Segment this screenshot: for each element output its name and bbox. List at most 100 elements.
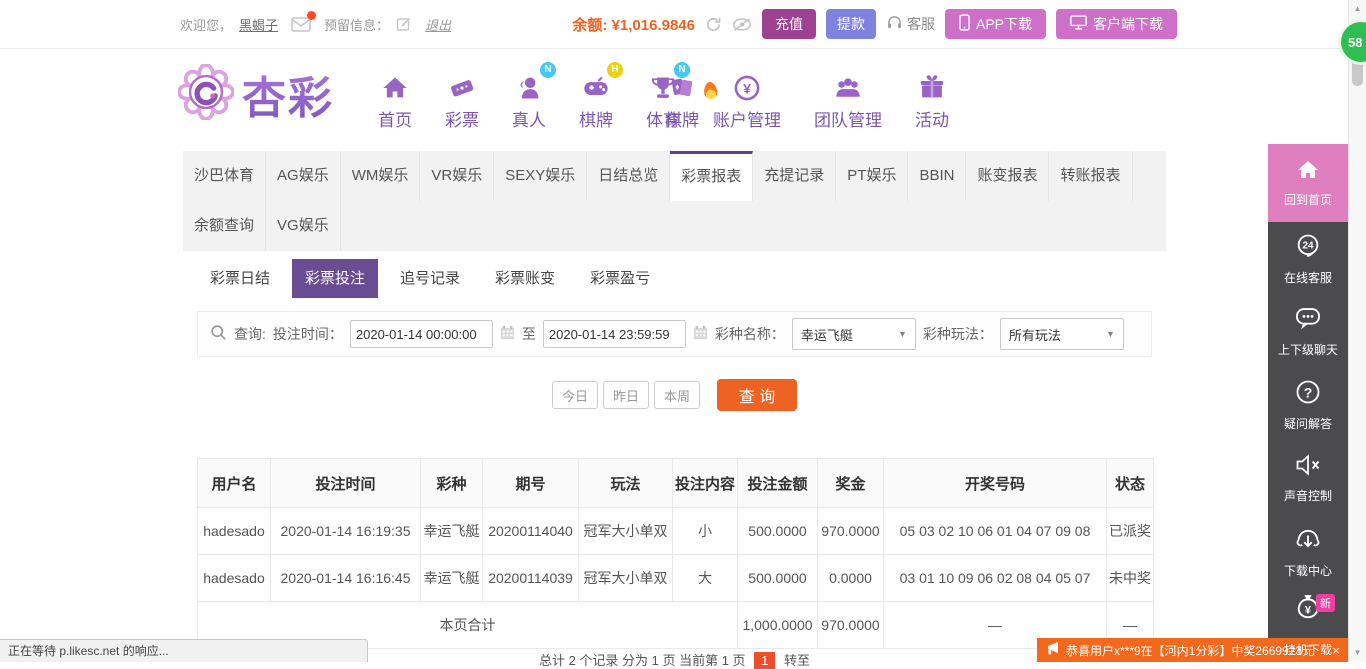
tab-wm[interactable]: WM娱乐 <box>341 151 421 201</box>
floating-sidebar: 回到首页 24 在线客服 上下级聊天 ? 疑问解答 声音控制 下载中心 ¥ 新 … <box>1268 144 1348 657</box>
column-header: 投注金额 <box>737 458 818 508</box>
tab-balance-query[interactable]: 余额查询 <box>183 201 267 251</box>
scroll-down-icon[interactable]: ▼ <box>1349 648 1366 657</box>
sidebar-item-chat[interactable]: 上下级聊天 <box>1268 295 1348 368</box>
subtab-lottery-bets[interactable]: 彩票投注 <box>292 259 379 298</box>
this-week-button[interactable]: 本周 <box>654 381 700 409</box>
refresh-icon[interactable] <box>705 16 722 33</box>
tab-transfer-report[interactable]: 转账报表 <box>1049 151 1133 201</box>
sidebar-item-label: 下载中心 <box>1283 563 1332 578</box>
svg-text:¥: ¥ <box>1305 605 1312 617</box>
mute-speaker-icon <box>1294 452 1322 481</box>
sidebar-item-faq[interactable]: ? 疑问解答 <box>1268 369 1348 442</box>
sidebar-item-label: 上下级聊天 <box>1277 342 1338 357</box>
play-type-value: 所有玩法 <box>1008 327 1061 343</box>
nav-item-live[interactable]: N 真人 <box>510 62 556 131</box>
report-tabs: 沙巴体育 AG娱乐 WM娱乐 VR娱乐 SEXY娱乐 日结总览 彩票报表 充提记… <box>183 151 1166 251</box>
cell-content: 小 <box>672 507 738 555</box>
nav-item-boardgames[interactable]: 棋牌 <box>663 66 718 131</box>
lottery-subtabs: 彩票日结 彩票投注 追号记录 彩票账变 彩票盈亏 <box>197 259 663 298</box>
tab-bbin[interactable]: BBIN <box>908 151 967 201</box>
cards-icon <box>665 66 699 102</box>
tab-account-change[interactable]: 账变报表 <box>966 151 1050 201</box>
subtab-lottery-daily[interactable]: 彩票日结 <box>197 259 283 298</box>
logout-link[interactable]: 退出 <box>425 15 451 34</box>
top-bar: 欢迎您， 黑蝎子 预留信息： 退出 余额: ¥1,016.9846 充值 提款 … <box>0 0 1348 49</box>
play-type-select[interactable]: 所有玩法 ▼ <box>999 318 1124 350</box>
sidebar-item-hangup-download-label[interactable]: 挂机下载 <box>1268 641 1348 658</box>
client-download-button[interactable]: 客户端下载 <box>1056 9 1177 39</box>
cell-play: 冠军大小单双 <box>578 507 673 555</box>
balance-text: 余额: ¥1,016.9846 <box>572 16 695 34</box>
calendar-icon[interactable] <box>500 325 515 343</box>
app-download-button[interactable]: APP下载 <box>944 9 1046 39</box>
tab-vg[interactable]: VG娱乐 <box>266 201 341 251</box>
sidebar-item-hangup-download[interactable]: ¥ <box>1268 588 1348 638</box>
new-badge: N <box>540 62 556 78</box>
subtab-lottery-account-change[interactable]: 彩票账变 <box>482 259 568 298</box>
subtab-lottery-profit[interactable]: 彩票盈亏 <box>577 259 663 298</box>
account-actions: 余额: ¥1,016.9846 充值 提款 客服 APP下载 客户端下载 <box>572 9 1177 39</box>
nav-label: 首页 <box>378 111 412 130</box>
withdraw-button[interactable]: 提款 <box>825 9 876 39</box>
today-button[interactable]: 今日 <box>552 381 598 409</box>
nav-item-egames[interactable]: H 棋牌 <box>577 62 623 131</box>
customer-service-link[interactable]: 客服 <box>886 14 935 34</box>
hide-balance-icon[interactable] <box>732 17 752 32</box>
nav-item-account[interactable]: ¥ 账户管理 <box>711 66 783 131</box>
nav-label: 真人 <box>512 111 546 130</box>
tab-ag[interactable]: AG娱乐 <box>266 151 341 201</box>
nav-item-home[interactable]: 首页 <box>376 66 414 131</box>
sidebar-item-back-home[interactable]: 回到首页 <box>1268 144 1348 222</box>
lottery-name-select[interactable]: 幸运飞艇 ▼ <box>791 318 916 350</box>
calendar-icon[interactable] <box>693 325 708 343</box>
nav-label: 活动 <box>915 111 949 130</box>
column-header: 投注内容 <box>672 458 738 508</box>
sidebar-item-download-center[interactable]: 下载中心 <box>1268 515 1348 588</box>
cell-prize: 0.0000 <box>817 554 884 602</box>
subtab-chase-records[interactable]: 追号记录 <box>387 259 473 298</box>
sidebar-item-sound[interactable]: 声音控制 <box>1268 442 1348 515</box>
cell-amount: 500.0000 <box>737 554 818 602</box>
tab-deposit-withdraw[interactable]: 充提记录 <box>753 151 837 201</box>
cell-bet-time: 2020-01-14 16:16:45 <box>270 554 421 602</box>
nav-item-team[interactable]: 团队管理 <box>812 66 884 131</box>
sidebar-item-label: 回到首页 <box>1283 193 1332 207</box>
tab-sexy[interactable]: SEXY娱乐 <box>494 151 588 201</box>
question-icon: ? <box>1294 378 1322 409</box>
nav-item-lottery[interactable]: 彩票 <box>443 66 481 131</box>
tab-vr[interactable]: VR娱乐 <box>420 151 495 201</box>
recharge-button[interactable]: 充值 <box>761 9 816 39</box>
cell-numbers: 05 03 02 10 06 01 04 07 09 08 <box>883 507 1107 555</box>
status-badge: 已派奖 <box>1106 507 1154 555</box>
coin-icon: ¥ <box>713 66 781 102</box>
page-scrollbar[interactable]: ▲ ▼ <box>1348 0 1366 662</box>
bet-time-to-input[interactable] <box>542 320 686 348</box>
column-header: 投注时间 <box>270 458 421 508</box>
sidebar-item-online-service[interactable]: 24 在线客服 <box>1268 222 1348 295</box>
bet-time-from-input[interactable] <box>349 320 493 348</box>
yesterday-button[interactable]: 昨日 <box>603 381 649 409</box>
cell-amount: 500.0000 <box>737 507 818 555</box>
query-label: 查询: <box>234 326 266 342</box>
edit-icon[interactable] <box>396 16 412 32</box>
tab-daily-summary[interactable]: 日结总览 <box>587 151 671 201</box>
mail-icon[interactable] <box>291 11 317 32</box>
site-logo[interactable]: 杏彩 <box>177 62 334 126</box>
tab-pt[interactable]: PT娱乐 <box>836 151 909 201</box>
cloud-download-icon <box>1294 525 1322 556</box>
tab-shaba-sports[interactable]: 沙巴体育 <box>183 151 267 201</box>
page-number-button[interactable]: 1 <box>754 652 776 669</box>
search-button[interactable]: 查 询 <box>717 379 797 411</box>
goto-label: 转至 <box>784 653 811 668</box>
sidebar-item-label: 声音控制 <box>1283 489 1332 504</box>
nav-item-activity[interactable]: 活动 <box>913 66 951 131</box>
home-icon <box>1295 158 1321 185</box>
cell-numbers: 03 01 10 09 06 02 08 04 05 07 <box>883 554 1107 602</box>
scroll-up-icon[interactable]: ▲ <box>1349 4 1366 13</box>
chevron-down-icon: ▼ <box>1105 329 1115 339</box>
phone-icon <box>959 14 970 34</box>
team-icon <box>814 66 882 102</box>
username-link[interactable]: 黑蝎子 <box>239 15 278 34</box>
tab-lottery-report[interactable]: 彩票报表 <box>670 151 754 201</box>
